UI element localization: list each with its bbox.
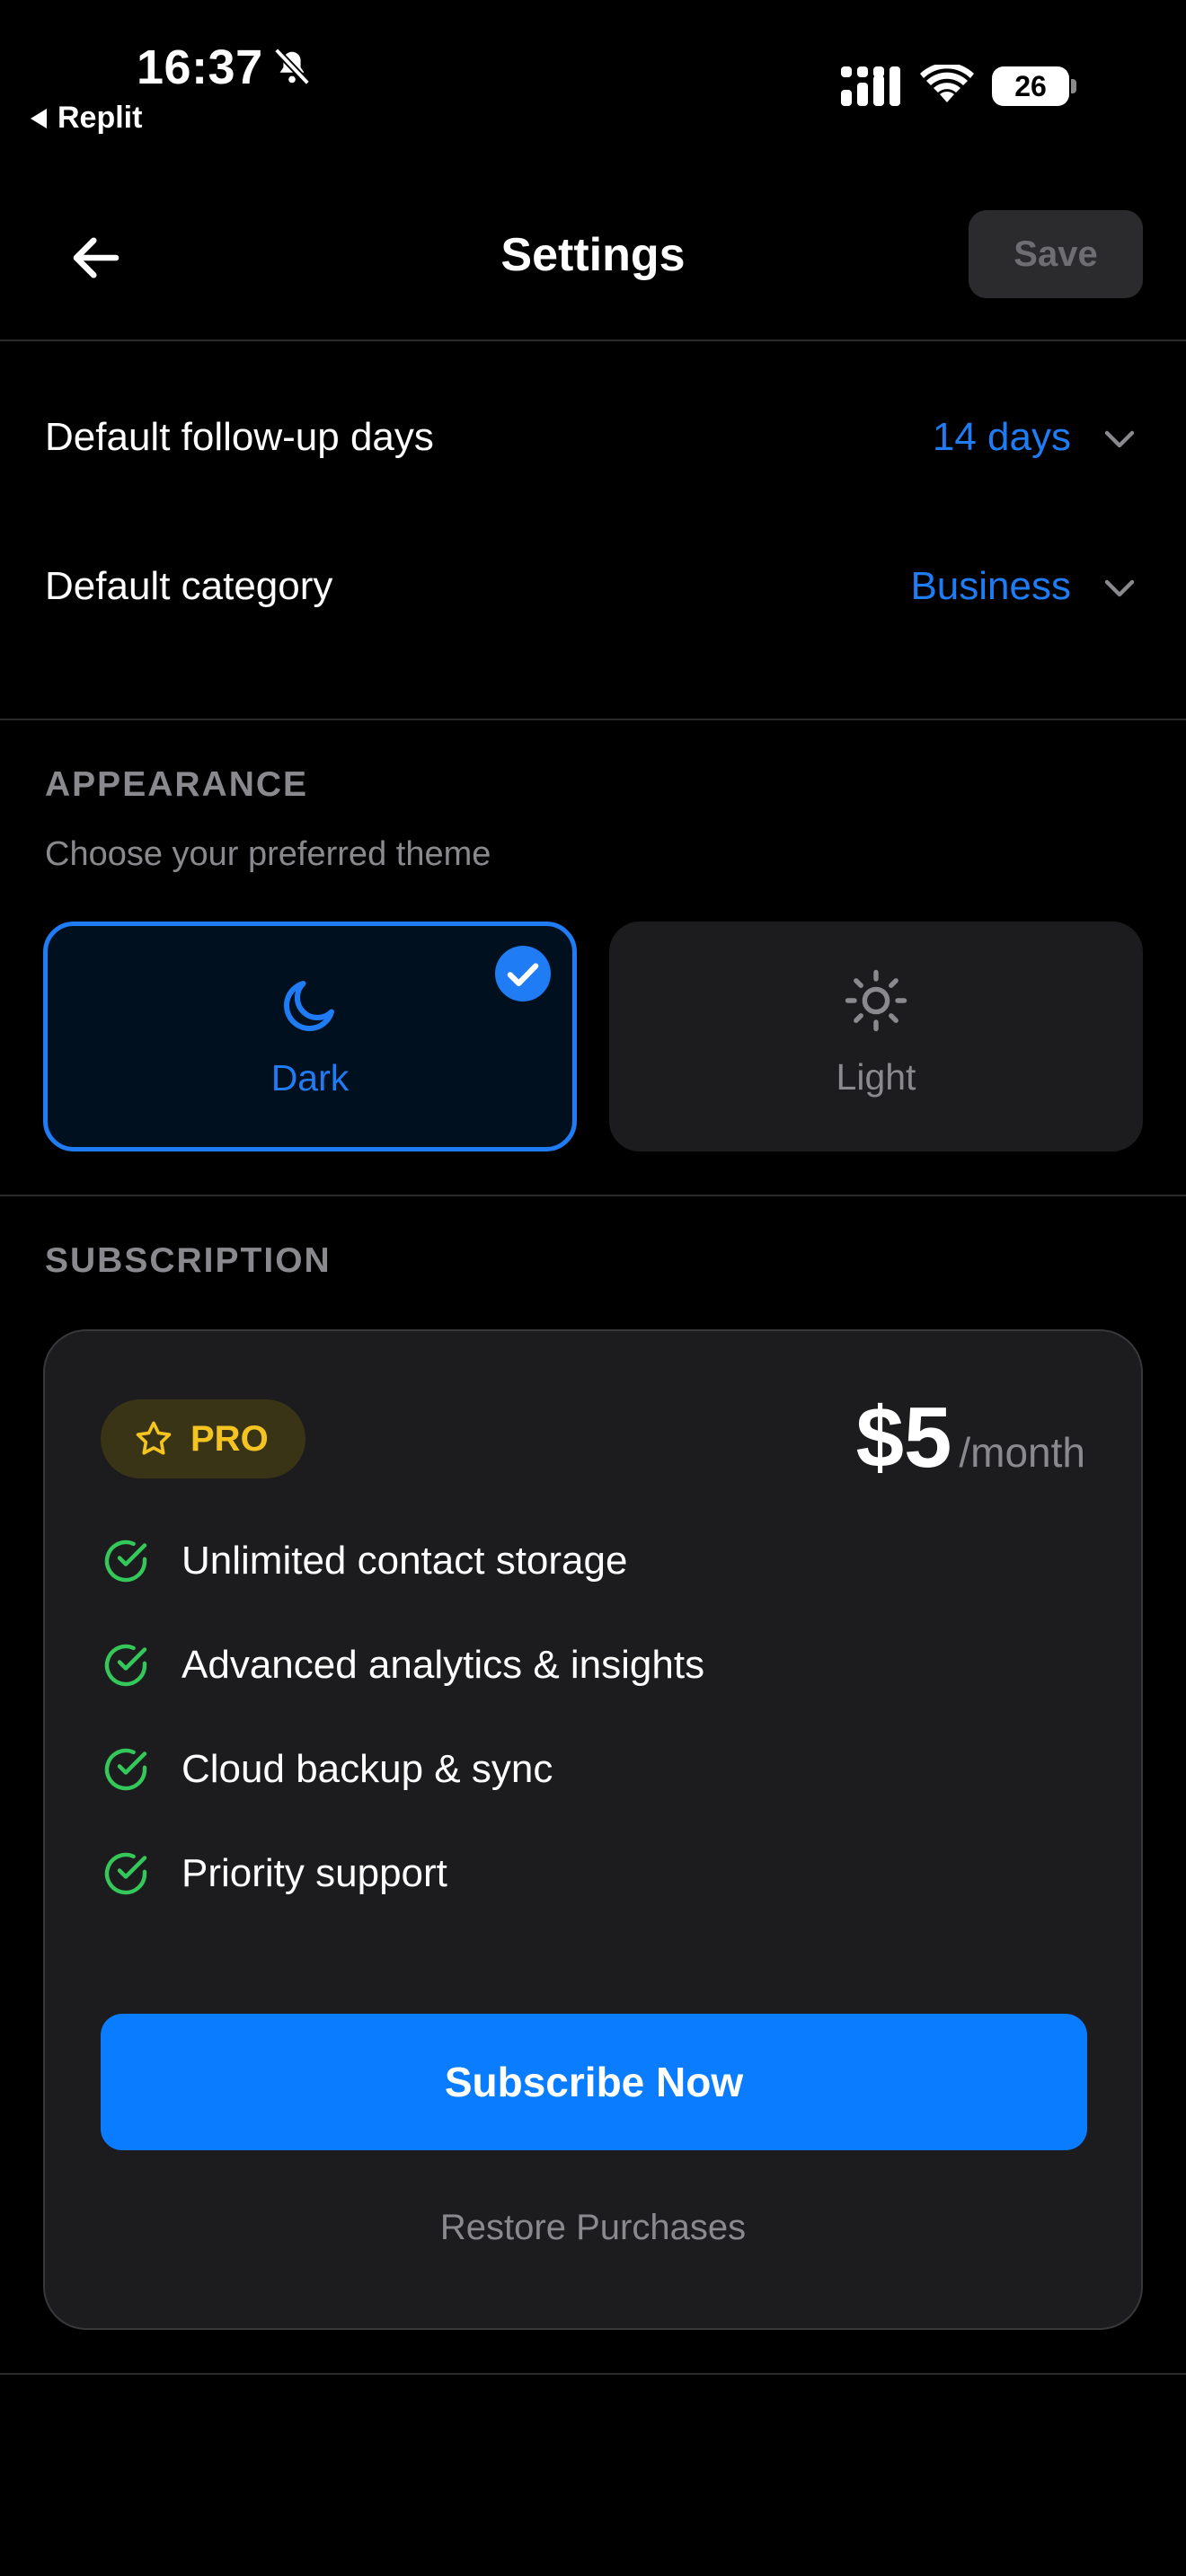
back-triangle-icon bbox=[31, 108, 47, 128]
back-to-app-link[interactable]: Replit bbox=[31, 101, 142, 136]
category-label: Default category bbox=[45, 564, 333, 608]
category-row[interactable]: Default category Business bbox=[0, 532, 1186, 640]
feature-item: Unlimited contact storage bbox=[101, 1525, 999, 1597]
back-app-label: Replit bbox=[58, 101, 143, 135]
followup-days-value[interactable]: 14 days bbox=[933, 415, 1071, 460]
wifi-icon bbox=[920, 65, 974, 102]
pro-badge-label: PRO bbox=[190, 1418, 269, 1459]
battery-icon: 26 bbox=[992, 66, 1076, 106]
theme-option-dark[interactable]: Dark bbox=[43, 922, 577, 1151]
subscription-heading: SUBSCRIPTION bbox=[45, 1241, 332, 1280]
subscription-card: PRO $5 /month Unlimited contact storage … bbox=[43, 1329, 1143, 2330]
theme-light-label: Light bbox=[836, 1056, 916, 1098]
appearance-heading: APPEARANCE bbox=[45, 765, 309, 804]
appearance-subtitle: Choose your preferred theme bbox=[45, 835, 491, 873]
battery-level: 26 bbox=[1014, 70, 1047, 102]
feature-text: Unlimited contact storage bbox=[181, 1539, 628, 1583]
header: Settings Save bbox=[0, 180, 1186, 341]
cellular-signal-icon bbox=[841, 66, 900, 106]
bell-slash-icon bbox=[273, 48, 311, 85]
price-period: /month bbox=[959, 1429, 1085, 1476]
check-circle-icon bbox=[104, 1539, 147, 1583]
selected-check-icon bbox=[495, 946, 551, 1001]
feature-text: Priority support bbox=[181, 1851, 447, 1895]
followup-days-row[interactable]: Default follow-up days 14 days bbox=[0, 383, 1186, 490]
divider bbox=[0, 719, 1186, 720]
sun-icon bbox=[845, 969, 907, 1032]
status-bar: 16:37 Replit 26 bbox=[0, 0, 1186, 162]
feature-text: Cloud backup & sync bbox=[181, 1747, 553, 1791]
restore-purchases-link[interactable]: Restore Purchases bbox=[45, 2208, 1141, 2248]
divider bbox=[0, 1195, 1186, 1196]
check-circle-icon bbox=[104, 1852, 147, 1895]
save-button[interactable]: Save bbox=[969, 210, 1143, 298]
chevron-down-icon[interactable] bbox=[1102, 424, 1137, 456]
price-amount: $5 bbox=[855, 1389, 952, 1486]
theme-dark-label: Dark bbox=[270, 1057, 350, 1098]
feature-text: Advanced analytics & insights bbox=[181, 1643, 705, 1687]
feature-item: Advanced analytics & insights bbox=[101, 1629, 999, 1701]
subscribe-now-button[interactable]: Subscribe Now bbox=[101, 2014, 1087, 2150]
divider bbox=[0, 2373, 1186, 2375]
check-circle-icon bbox=[104, 1644, 147, 1687]
moon-icon bbox=[283, 981, 334, 1032]
theme-option-light[interactable]: Light bbox=[609, 922, 1143, 1151]
followup-days-label: Default follow-up days bbox=[45, 415, 434, 459]
feature-item: Priority support bbox=[101, 1838, 999, 1910]
pro-badge: PRO bbox=[101, 1399, 305, 1478]
check-circle-icon bbox=[104, 1748, 147, 1791]
category-value[interactable]: Business bbox=[910, 564, 1071, 609]
chevron-down-icon[interactable] bbox=[1102, 573, 1137, 605]
price: $5 /month bbox=[856, 1389, 1085, 1487]
status-time: 16:37 bbox=[137, 40, 263, 94]
feature-item: Cloud backup & sync bbox=[101, 1734, 999, 1805]
star-icon bbox=[136, 1421, 172, 1455]
